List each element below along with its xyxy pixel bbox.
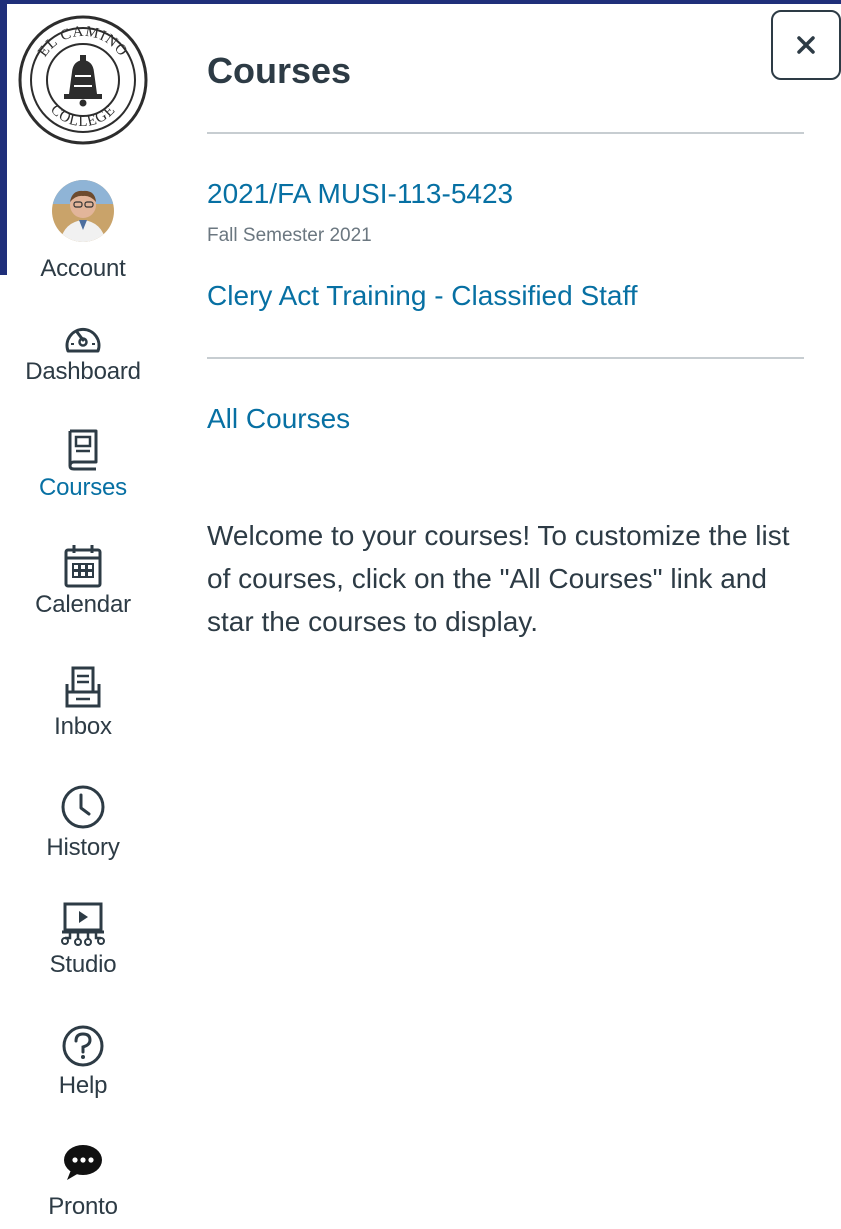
- help-icon: [62, 1025, 104, 1067]
- clock-icon: [61, 785, 105, 829]
- inbox-icon: [65, 666, 101, 708]
- nav-label-studio: Studio: [49, 951, 117, 978]
- nav-label-courses: Courses: [39, 474, 127, 501]
- nav-label-calendar: Calendar: [35, 591, 131, 618]
- nav-item-inbox[interactable]: Inbox: [10, 666, 156, 741]
- divider: [207, 132, 804, 134]
- nav-item-pronto[interactable]: Pronto: [10, 1143, 156, 1221]
- dashboard-icon: [65, 328, 101, 353]
- nav-label-inbox: Inbox: [54, 713, 112, 740]
- book-icon: [68, 429, 98, 471]
- course-link-musi-113[interactable]: 2021/FA MUSI-113-5423: [207, 178, 513, 210]
- window-frame-top: [0, 0, 841, 4]
- chat-bubble-icon: [64, 1145, 102, 1180]
- window-frame-left: [0, 0, 7, 275]
- nav-item-courses[interactable]: Courses: [10, 429, 156, 502]
- nav-label-help: Help: [58, 1072, 108, 1099]
- nav-item-studio[interactable]: Studio: [10, 901, 156, 979]
- college-seal-icon: EL CAMINO COLLEGE: [18, 15, 148, 145]
- tray-title: Courses: [207, 50, 352, 91]
- nav-label-pronto: Pronto: [48, 1193, 118, 1220]
- college-logo[interactable]: EL CAMINO COLLEGE: [17, 14, 149, 146]
- divider: [207, 357, 804, 359]
- nav-label-account: Account: [40, 255, 126, 282]
- course-term: Fall Semester 2021: [207, 225, 372, 246]
- nav-item-calendar[interactable]: Calendar: [10, 544, 156, 619]
- close-button[interactable]: [771, 10, 841, 80]
- avatar: [52, 180, 114, 242]
- nav-item-help[interactable]: Help: [10, 1024, 156, 1100]
- studio-icon: [61, 902, 105, 946]
- nav-item-account[interactable]: Account: [10, 180, 156, 283]
- course-link-clery-act[interactable]: Clery Act Training - Classified Staff: [207, 280, 638, 312]
- nav-item-dashboard[interactable]: Dashboard: [10, 320, 156, 386]
- welcome-message: Welcome to your courses! To customize th…: [207, 520, 790, 637]
- nav-item-history[interactable]: History: [10, 784, 156, 862]
- calendar-icon: [64, 545, 102, 588]
- nav-label-history: History: [46, 834, 120, 861]
- close-icon: [797, 36, 815, 54]
- nav-label-dashboard: Dashboard: [25, 358, 141, 385]
- all-courses-link[interactable]: All Courses: [207, 403, 350, 435]
